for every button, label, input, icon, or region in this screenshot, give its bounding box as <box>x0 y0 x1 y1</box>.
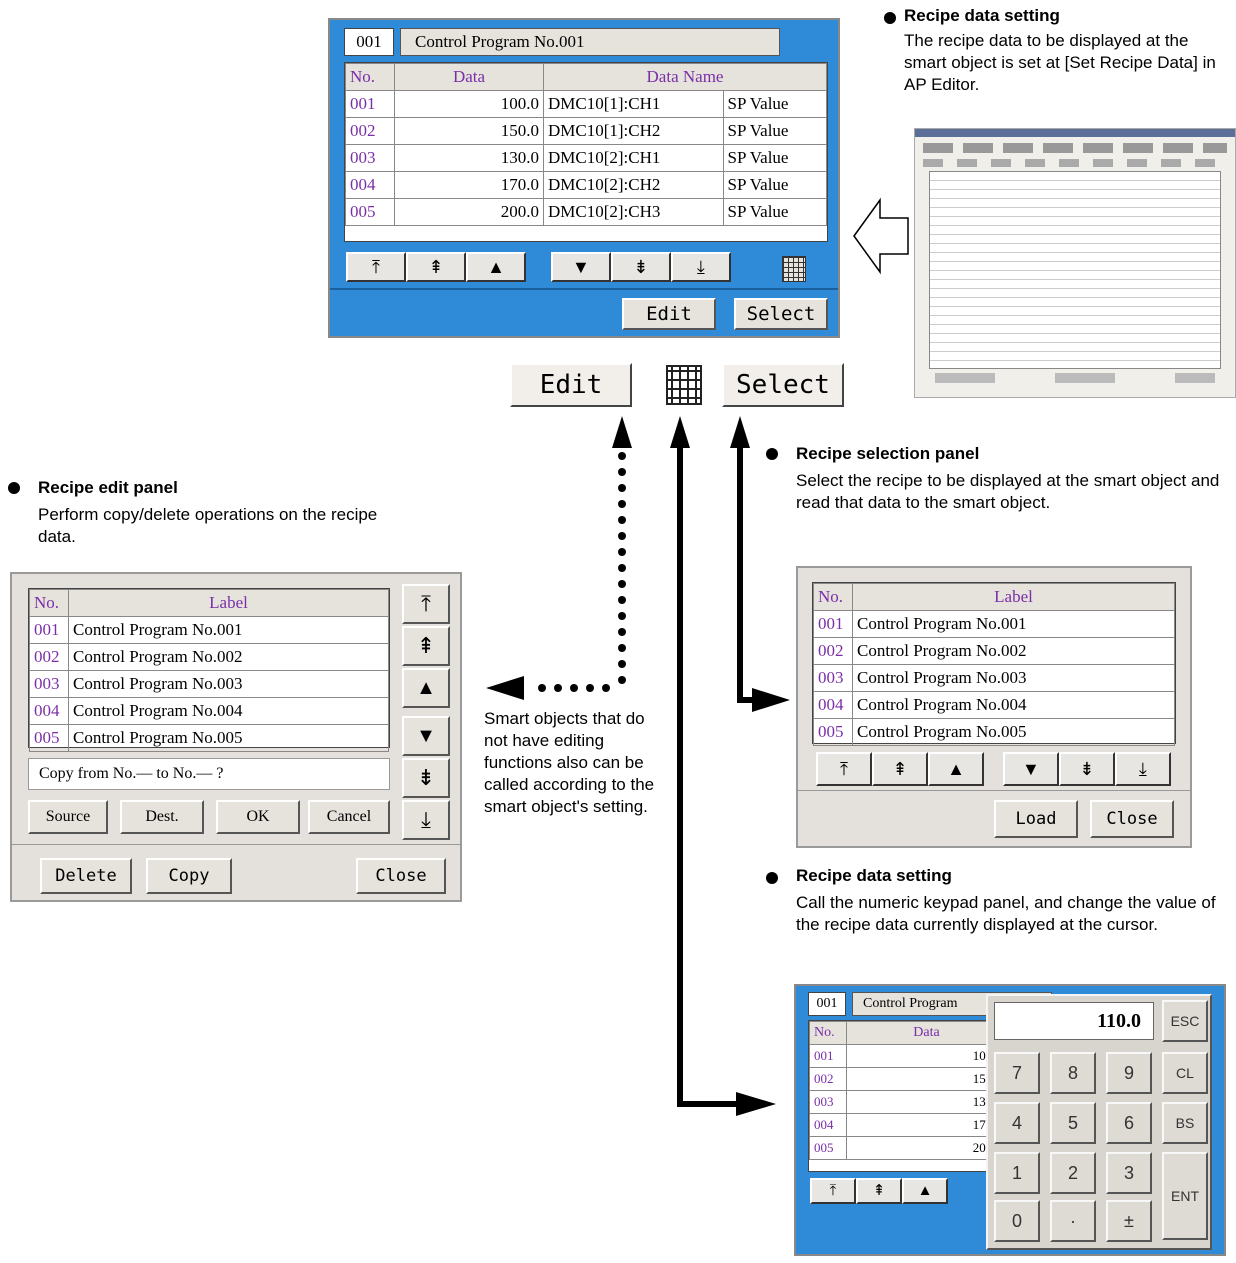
keypad-data-table: No.Data 001100.0 002150.0 003130.0 00417… <box>808 1020 1008 1172</box>
note-recipe-setting-bottom-body: Call the numeric keypad panel, and chang… <box>796 893 1216 934</box>
bullet-icon <box>8 482 20 494</box>
divider <box>798 790 1190 791</box>
key-5[interactable]: 5 <box>1050 1102 1096 1144</box>
key-4[interactable]: 4 <box>994 1102 1040 1144</box>
scroll-top-icon[interactable]: ⤒ <box>816 752 872 786</box>
scroll-buttons: ⤒ ⇞ ▲ ▼ ⇟ ⤓ <box>816 752 1171 786</box>
ent-key[interactable]: ENT <box>1162 1152 1208 1240</box>
delete-button[interactable]: Delete <box>40 858 132 894</box>
header-no: No. <box>29 589 69 617</box>
list-item[interactable]: 005 Control Program No.005 <box>29 724 389 752</box>
note-middle-body: Smart objects that do not have editing f… <box>484 709 655 816</box>
cl-key[interactable]: CL <box>1162 1052 1208 1094</box>
recipe-edit-panel: No. Label 001 Control Program No.001 002 C… <box>10 572 462 902</box>
note-selection-panel-title: Recipe selection panel <box>796 444 980 463</box>
table-row[interactable]: 001100.0 <box>809 1044 1007 1068</box>
list-item[interactable]: 001 Control Program No.001 <box>29 616 389 644</box>
note-selection-panel-body: Select the recipe to be displayed at the… <box>796 471 1220 512</box>
note-recipe-setting-bottom-title: Recipe data setting <box>796 866 952 885</box>
keypad-screen: 001 Control Program No.Data 001100.0 002… <box>794 984 1226 1256</box>
note-edit-panel-body: Perform copy/delete operations on the re… <box>38 505 378 546</box>
up-arrow-icon[interactable]: ▲ <box>928 752 984 786</box>
dest-button[interactable]: Dest. <box>120 800 204 834</box>
list-item[interactable]: 001 Control Program No.001 <box>813 610 1175 638</box>
recipe-selection-panel: No. Label 001 Control Program No.001 002 C… <box>796 566 1192 848</box>
bullet-icon <box>766 448 778 460</box>
page-down-icon[interactable]: ⇟ <box>402 758 450 798</box>
list-item[interactable]: 003 Control Program No.003 <box>813 664 1175 692</box>
copy-button[interactable]: Copy <box>146 858 232 894</box>
edit-list: No. Label 001 Control Program No.001 002 C… <box>28 588 390 752</box>
copy-prompt: Copy from No.— to No.— ? <box>28 758 390 790</box>
key-2[interactable]: 2 <box>1050 1152 1096 1194</box>
numeric-keypad: 110.0 ESC 7 8 9 CL 4 5 6 BS 1 2 3 ENT 0 … <box>986 994 1212 1250</box>
page-down-icon[interactable]: ⇟ <box>1058 752 1115 786</box>
key-dot[interactable]: · <box>1050 1200 1096 1242</box>
note-edit-panel-title: Recipe edit panel <box>38 478 178 497</box>
table-row[interactable]: 002150.0 <box>809 1067 1007 1091</box>
list-item[interactable]: 003 Control Program No.003 <box>29 670 389 698</box>
key-9[interactable]: 9 <box>1106 1052 1152 1094</box>
key-3[interactable]: 3 <box>1106 1152 1152 1194</box>
scroll-buttons: ⤒ ⇞ ▲ <box>810 1178 948 1204</box>
list-item[interactable]: 004 Control Program No.004 <box>29 697 389 725</box>
header-label: Label <box>852 583 1175 611</box>
table-row[interactable]: 003130.0 <box>809 1090 1007 1114</box>
header-no: No. <box>813 583 853 611</box>
down-arrow-icon[interactable]: ▼ <box>402 716 450 756</box>
list-item[interactable]: 005 Control Program No.005 <box>813 718 1175 746</box>
up-arrow-icon[interactable]: ▲ <box>902 1178 948 1204</box>
page-up-icon[interactable]: ⇞ <box>872 752 928 786</box>
ok-button[interactable]: OK <box>216 800 300 834</box>
header-label: Label <box>68 589 389 617</box>
key-1[interactable]: 1 <box>994 1152 1040 1194</box>
bullet-icon <box>766 872 778 884</box>
key-6[interactable]: 6 <box>1106 1102 1152 1144</box>
list-item[interactable]: 002 Control Program No.002 <box>29 643 389 671</box>
table-row[interactable]: 005200.0 <box>809 1136 1007 1160</box>
table-row[interactable]: 004170.0 <box>809 1113 1007 1137</box>
page-up-icon[interactable]: ⇞ <box>402 626 450 666</box>
scroll-top-icon[interactable]: ⤒ <box>810 1178 856 1204</box>
program-number: 001 <box>808 992 846 1016</box>
header-no: No. <box>809 1021 847 1045</box>
scroll-top-icon[interactable]: ⤒ <box>402 584 450 624</box>
key-0[interactable]: 0 <box>994 1200 1040 1242</box>
close-button[interactable]: Close <box>1090 800 1174 838</box>
scroll-bottom-icon[interactable]: ⤓ <box>402 800 450 840</box>
key-8[interactable]: 8 <box>1050 1052 1096 1094</box>
selection-list: No. Label 001 Control Program No.001 002 C… <box>812 582 1176 746</box>
list-item[interactable]: 004 Control Program No.004 <box>813 691 1175 719</box>
cancel-button[interactable]: Cancel <box>308 800 390 834</box>
esc-key[interactable]: ESC <box>1162 1000 1208 1042</box>
load-button[interactable]: Load <box>994 800 1078 838</box>
page-up-icon[interactable]: ⇞ <box>856 1178 902 1204</box>
up-arrow-icon[interactable]: ▲ <box>402 668 450 708</box>
down-arrow-icon[interactable]: ▼ <box>1002 752 1059 786</box>
close-button[interactable]: Close <box>356 858 446 894</box>
source-button[interactable]: Source <box>28 800 108 834</box>
header-data: Data <box>846 1021 1007 1045</box>
list-item[interactable]: 002 Control Program No.002 <box>813 637 1175 665</box>
divider <box>12 844 460 845</box>
key-7[interactable]: 7 <box>994 1052 1040 1094</box>
scroll-bottom-icon[interactable]: ⤓ <box>1114 752 1171 786</box>
keypad-display: 110.0 <box>994 1002 1154 1040</box>
key-plus-minus[interactable]: ± <box>1106 1200 1152 1242</box>
bs-key[interactable]: BS <box>1162 1102 1208 1144</box>
